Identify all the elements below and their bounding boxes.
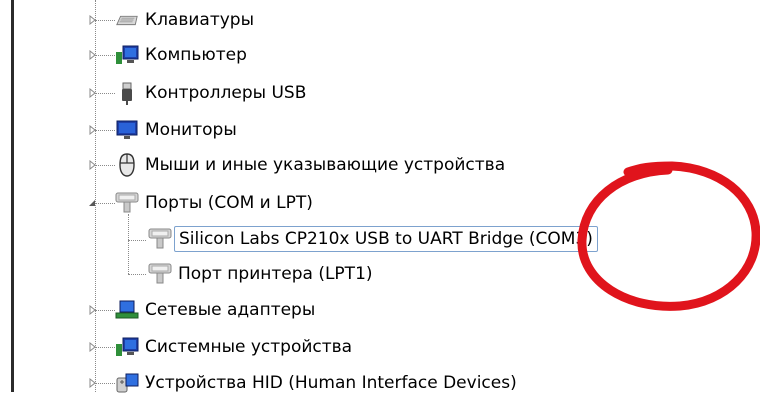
tree-item-silicon-labs-cp210x[interactable]: Silicon Labs CP210x USB to UART Bridge (… xyxy=(148,222,598,256)
tree-line xyxy=(95,55,115,56)
tree-item-label: Silicon Labs CP210x USB to UART Bridge (… xyxy=(174,226,598,252)
collapse-arrow-icon[interactable] xyxy=(86,197,98,209)
hid-icon xyxy=(115,371,139,395)
tree-item-label: Сетевые адаптеры xyxy=(145,300,316,320)
port-icon xyxy=(148,227,172,251)
device-tree: Клавиатуры Компьютер Контроллеры USB Мон… xyxy=(0,0,760,393)
tree-line xyxy=(95,310,115,311)
tree-item-printer-port[interactable]: Порт принтера (LPT1) xyxy=(148,257,373,291)
tree-line xyxy=(128,274,146,275)
tree-item-label: Порты (COM и LPT) xyxy=(145,193,313,213)
tree-item-label: Компьютер xyxy=(145,45,247,65)
port-icon xyxy=(115,191,139,215)
computer-icon xyxy=(115,335,139,359)
expand-arrow-icon[interactable] xyxy=(86,14,98,26)
expand-arrow-icon[interactable] xyxy=(86,159,98,171)
tree-line xyxy=(95,383,115,384)
tree-line xyxy=(95,20,115,21)
tree-line xyxy=(128,240,146,241)
tree-item-keyboards[interactable]: Клавиатуры xyxy=(115,3,254,37)
tree-line xyxy=(95,347,115,348)
tree-item-label: Порт принтера (LPT1) xyxy=(178,264,373,284)
expand-arrow-icon[interactable] xyxy=(86,87,98,99)
tree-item-label: Системные устройства xyxy=(145,337,353,357)
computer-icon xyxy=(115,43,139,67)
tree-line-ports xyxy=(128,214,129,274)
tree-item-usb-controllers[interactable]: Контроллеры USB xyxy=(115,76,306,110)
tree-item-computer[interactable]: Компьютер xyxy=(115,38,247,72)
port-icon xyxy=(148,262,172,286)
tree-item-mice[interactable]: Мыши и иные указывающие устройства xyxy=(115,148,505,182)
tree-item-ports[interactable]: Порты (COM и LPT) xyxy=(115,186,313,220)
tree-line xyxy=(95,130,115,131)
mouse-icon xyxy=(115,153,139,177)
tree-item-label: Контроллеры USB xyxy=(145,83,307,103)
tree-item-label: Клавиатуры xyxy=(145,10,255,30)
tree-item-label: Мыши и иные указывающие устройства xyxy=(145,155,506,175)
tree-line xyxy=(95,93,115,94)
tree-line xyxy=(95,165,115,166)
tree-item-system-devices[interactable]: Системные устройства xyxy=(115,330,352,364)
expand-arrow-icon[interactable] xyxy=(86,377,98,389)
expand-arrow-icon[interactable] xyxy=(86,124,98,136)
monitor-icon xyxy=(115,118,139,142)
tree-item-label: Устройства HID (Human Interface Devices) xyxy=(145,373,517,393)
tree-item-hid-devices[interactable]: Устройства HID (Human Interface Devices) xyxy=(115,366,517,400)
tree-item-monitors[interactable]: Мониторы xyxy=(115,113,237,147)
usb-icon xyxy=(115,81,139,105)
expand-arrow-icon[interactable] xyxy=(86,304,98,316)
tree-item-network-adapters[interactable]: Сетевые адаптеры xyxy=(115,293,315,327)
expand-arrow-icon[interactable] xyxy=(86,341,98,353)
keyboard-icon xyxy=(115,8,139,32)
tree-line xyxy=(95,203,115,204)
tree-item-label: Мониторы xyxy=(145,120,237,140)
network-adapter-icon xyxy=(115,298,139,322)
expand-arrow-icon[interactable] xyxy=(86,49,98,61)
